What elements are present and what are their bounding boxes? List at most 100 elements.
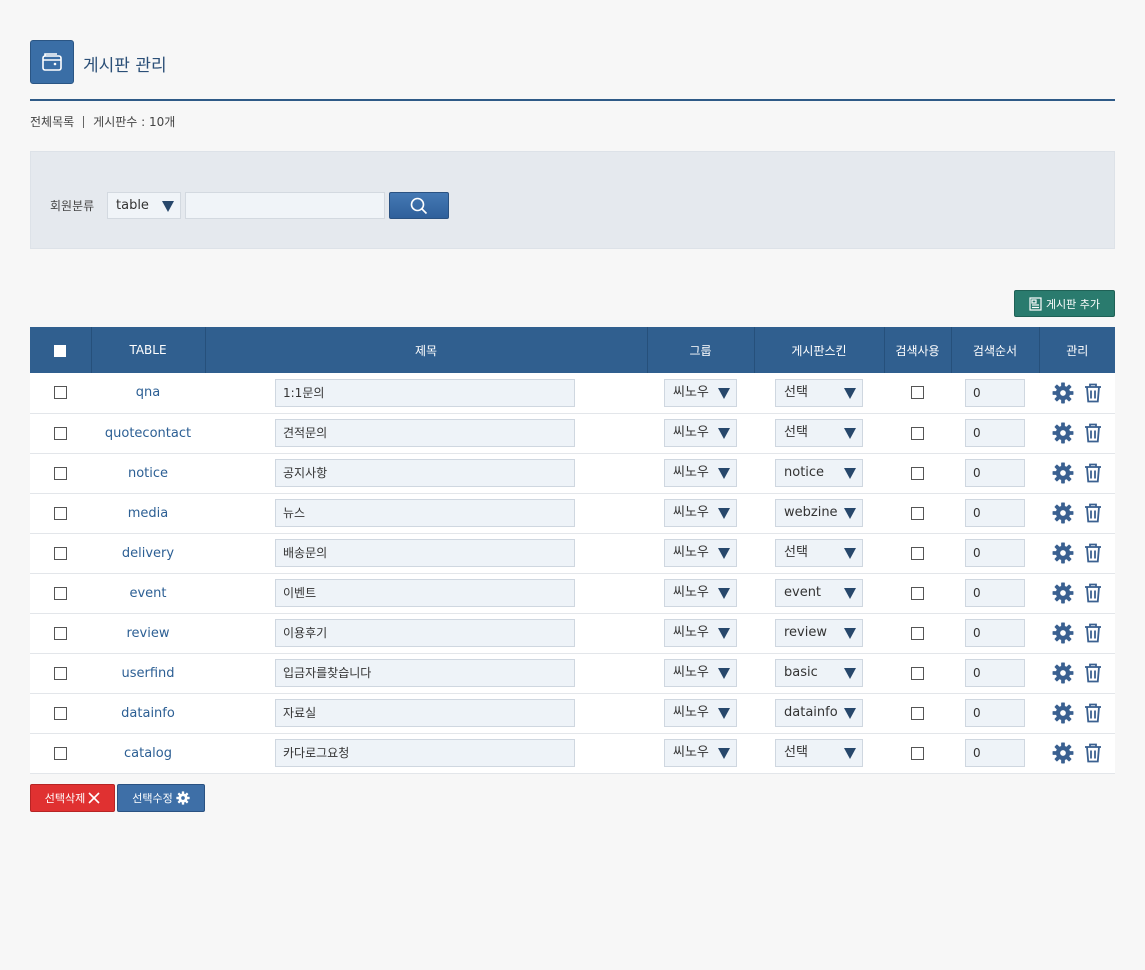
skin-select[interactable]: review (775, 619, 863, 647)
search-use-checkbox[interactable] (911, 466, 924, 480)
trash-icon[interactable] (1084, 583, 1102, 603)
search-use-checkbox[interactable] (911, 546, 924, 560)
search-use-checkbox[interactable] (911, 626, 924, 640)
row-checkbox[interactable] (54, 466, 67, 480)
trash-icon[interactable] (1084, 743, 1102, 763)
group-select[interactable]: 씨노우 (664, 499, 737, 527)
search-use-checkbox[interactable] (911, 586, 924, 600)
search-input[interactable] (185, 192, 385, 219)
search-use-checkbox[interactable] (911, 506, 924, 520)
skin-select[interactable]: datainfo (775, 699, 863, 727)
trash-icon[interactable] (1084, 663, 1102, 683)
row-checkbox[interactable] (54, 386, 67, 400)
table-name-link[interactable]: delivery (122, 546, 174, 561)
skin-select[interactable]: notice (775, 459, 863, 487)
group-select[interactable]: 씨노우 (664, 659, 737, 687)
group-select[interactable]: 씨노우 (664, 579, 737, 607)
trash-icon[interactable] (1084, 543, 1102, 563)
table-row: delivery 배송문의 씨노우 선택 0 (30, 533, 1115, 574)
gear-icon (176, 791, 190, 805)
settings-gear-icon[interactable] (1052, 382, 1074, 404)
table-name-link[interactable]: catalog (124, 746, 172, 761)
search-use-checkbox[interactable] (911, 426, 924, 440)
search-use-checkbox[interactable] (911, 706, 924, 720)
trash-icon[interactable] (1084, 503, 1102, 523)
settings-gear-icon[interactable] (1052, 542, 1074, 564)
row-checkbox[interactable] (54, 546, 67, 560)
title-input[interactable]: 뉴스 (275, 499, 575, 527)
trash-icon[interactable] (1084, 623, 1102, 643)
skin-select[interactable]: 선택 (775, 539, 863, 567)
title-input[interactable]: 자료실 (275, 699, 575, 727)
search-order-input[interactable]: 0 (965, 619, 1025, 647)
table-name-link[interactable]: event (129, 586, 166, 601)
row-checkbox[interactable] (54, 666, 67, 680)
search-order-input[interactable]: 0 (965, 579, 1025, 607)
group-select[interactable]: 씨노우 (664, 619, 737, 647)
search-order-input[interactable]: 0 (965, 739, 1025, 767)
table-name-link[interactable]: notice (128, 466, 168, 481)
trash-icon[interactable] (1084, 423, 1102, 443)
search-use-checkbox[interactable] (911, 386, 924, 400)
delete-selected-button[interactable]: 선택삭제 (30, 784, 115, 812)
skin-select[interactable]: event (775, 579, 863, 607)
search-order-input[interactable]: 0 (965, 419, 1025, 447)
row-checkbox[interactable] (54, 746, 67, 760)
skin-select[interactable]: 선택 (775, 419, 863, 447)
table-name-link[interactable]: review (127, 626, 170, 641)
table-name-link[interactable]: qna (136, 385, 160, 400)
settings-gear-icon[interactable] (1052, 742, 1074, 764)
settings-gear-icon[interactable] (1052, 462, 1074, 484)
row-checkbox[interactable] (54, 426, 67, 440)
row-checkbox[interactable] (54, 626, 67, 640)
table-name-link[interactable]: quotecontact (105, 426, 191, 441)
group-select[interactable]: 씨노우 (664, 739, 737, 767)
settings-gear-icon[interactable] (1052, 422, 1074, 444)
skin-select[interactable]: basic (775, 659, 863, 687)
group-select[interactable]: 씨노우 (664, 378, 737, 407)
skin-select[interactable]: webzine (775, 499, 863, 527)
row-checkbox[interactable] (54, 706, 67, 720)
title-input[interactable]: 1:1문의 (275, 378, 575, 407)
member-category-select[interactable]: table (107, 192, 181, 219)
settings-gear-icon[interactable] (1052, 702, 1074, 724)
group-select[interactable]: 씨노우 (664, 459, 737, 487)
title-input[interactable]: 카다로그요청 (275, 739, 575, 767)
row-checkbox[interactable] (54, 506, 67, 520)
search-order-input[interactable]: 0 (965, 459, 1025, 487)
title-input[interactable]: 이벤트 (275, 579, 575, 607)
group-select[interactable]: 씨노우 (664, 419, 737, 447)
search-button[interactable] (389, 192, 449, 219)
title-input[interactable]: 공지사항 (275, 459, 575, 487)
search-order-input[interactable]: 0 (965, 659, 1025, 687)
search-order-input[interactable]: 0 (965, 699, 1025, 727)
group-select[interactable]: 씨노우 (664, 539, 737, 567)
select-all-checkbox[interactable] (54, 344, 67, 357)
search-order-input[interactable]: 0 (965, 378, 1025, 407)
table-name-link[interactable]: datainfo (121, 706, 175, 721)
settings-gear-icon[interactable] (1052, 662, 1074, 684)
modify-selected-button[interactable]: 선택수정 (117, 784, 205, 812)
title-input[interactable]: 배송문의 (275, 539, 575, 567)
skin-select[interactable]: 선택 (775, 739, 863, 767)
table-name-link[interactable]: media (128, 506, 169, 521)
table-name-link[interactable]: userfind (121, 666, 174, 681)
search-use-checkbox[interactable] (911, 746, 924, 760)
settings-gear-icon[interactable] (1052, 502, 1074, 524)
settings-gear-icon[interactable] (1052, 622, 1074, 644)
title-input[interactable]: 입금자를찾습니다 (275, 659, 575, 687)
skin-select[interactable]: 선택 (775, 378, 863, 407)
trash-icon[interactable] (1084, 463, 1102, 483)
settings-gear-icon[interactable] (1052, 582, 1074, 604)
title-input[interactable]: 견적문의 (275, 419, 575, 447)
search-order-input[interactable]: 0 (965, 539, 1025, 567)
search-order-input[interactable]: 0 (965, 499, 1025, 527)
trash-icon[interactable] (1084, 383, 1102, 403)
all-list-link[interactable]: 전체목록 (30, 113, 74, 130)
search-use-checkbox[interactable] (911, 666, 924, 680)
row-checkbox[interactable] (54, 586, 67, 600)
trash-icon[interactable] (1084, 703, 1102, 723)
title-input[interactable]: 이용후기 (275, 619, 575, 647)
add-board-button[interactable]: 게시판 추가 (1014, 290, 1115, 317)
group-select[interactable]: 씨노우 (664, 699, 737, 727)
